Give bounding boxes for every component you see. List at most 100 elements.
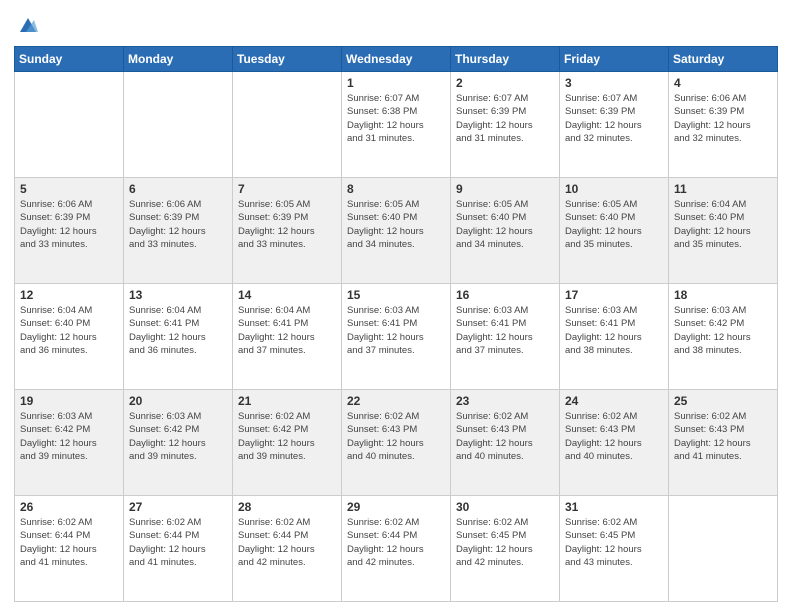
day-number: 18 [674,288,772,302]
logo [14,14,40,38]
day-number: 11 [674,182,772,196]
day-info: Sunrise: 6:06 AM Sunset: 6:39 PM Dayligh… [20,198,118,251]
calendar-day-7: 7 Sunrise: 6:05 AM Sunset: 6:39 PM Daylig… [233,178,342,284]
calendar-week-row: 19 Sunrise: 6:03 AM Sunset: 6:42 PM Dayli… [15,390,778,496]
header [14,10,778,38]
day-number: 23 [456,394,554,408]
calendar-day-3: 3Sunrise: 6:07 AM Sunset: 6:39 PM Daylig… [560,72,669,178]
day-info: Sunrise: 6:05 AM Sunset: 6:39 PM Dayligh… [238,198,336,251]
day-number: 31 [565,500,663,514]
day-number: 25 [674,394,772,408]
calendar-day-27: 27 Sunrise: 6:02 AM Sunset: 6:44 PM Dayli… [124,496,233,602]
calendar-day-22: 22Sunrise: 6:02 AM Sunset: 6:43 PM Dayli… [342,390,451,496]
day-number: 30 [456,500,554,514]
day-number: 1 [347,76,445,90]
day-number: 12 [20,288,118,302]
day-info: Sunrise: 6:03 AM Sunset: 6:42 PM Dayligh… [129,410,227,463]
calendar-empty-cell [15,72,124,178]
day-info: Sunrise: 6:06 AM Sunset: 6:39 PM Dayligh… [674,92,772,145]
calendar-day-24: 24 Sunrise: 6:02 AM Sunset: 6:43 PM Dayli… [560,390,669,496]
calendar-empty-cell [124,72,233,178]
col-header-saturday: Saturday [669,47,778,72]
calendar-day-29: 29 Sunrise: 6:02 AM Sunset: 6:44 PM Dayli… [342,496,451,602]
day-info: Sunrise: 6:02 AM Sunset: 6:44 PM Dayligh… [129,516,227,569]
calendar-day-16: 16 Sunrise: 6:03 AM Sunset: 6:41 PM Dayli… [451,284,560,390]
day-info: Sunrise: 6:02 AM Sunset: 6:44 PM Dayligh… [238,516,336,569]
day-info: Sunrise: 6:03 AM Sunset: 6:42 PM Dayligh… [20,410,118,463]
col-header-thursday: Thursday [451,47,560,72]
calendar-empty-cell [233,72,342,178]
calendar-day-23: 23 Sunrise: 6:02 AM Sunset: 6:43 PM Dayli… [451,390,560,496]
day-number: 21 [238,394,336,408]
day-info: Sunrise: 6:03 AM Sunset: 6:41 PM Dayligh… [347,304,445,357]
day-info: Sunrise: 6:07 AM Sunset: 6:38 PM Dayligh… [347,92,445,145]
calendar-day-10: 10 Sunrise: 6:05 AM Sunset: 6:40 PM Dayli… [560,178,669,284]
col-header-monday: Monday [124,47,233,72]
calendar-day-5: 5 Sunrise: 6:06 AM Sunset: 6:39 PM Daylig… [15,178,124,284]
day-number: 7 [238,182,336,196]
calendar-day-2: 2 Sunrise: 6:07 AM Sunset: 6:39 PM Daylig… [451,72,560,178]
day-info: Sunrise: 6:02 AM Sunset: 6:42 PM Dayligh… [238,410,336,463]
col-header-wednesday: Wednesday [342,47,451,72]
day-number: 3 [565,76,663,90]
day-number: 27 [129,500,227,514]
calendar-day-8: 8 Sunrise: 6:05 AM Sunset: 6:40 PM Daylig… [342,178,451,284]
day-number: 5 [20,182,118,196]
day-info: Sunrise: 6:06 AM Sunset: 6:39 PM Dayligh… [129,198,227,251]
day-info: Sunrise: 6:02 AM Sunset: 6:43 PM Dayligh… [565,410,663,463]
day-info: Sunrise: 6:02 AM Sunset: 6:44 PM Dayligh… [20,516,118,569]
day-number: 17 [565,288,663,302]
day-info: Sunrise: 6:05 AM Sunset: 6:40 PM Dayligh… [456,198,554,251]
day-number: 29 [347,500,445,514]
col-header-friday: Friday [560,47,669,72]
day-info: Sunrise: 6:02 AM Sunset: 6:45 PM Dayligh… [456,516,554,569]
day-number: 19 [20,394,118,408]
calendar-page: SundayMondayTuesdayWednesdayThursdayFrid… [0,0,792,612]
day-number: 26 [20,500,118,514]
day-number: 28 [238,500,336,514]
day-number: 16 [456,288,554,302]
day-info: Sunrise: 6:07 AM Sunset: 6:39 PM Dayligh… [456,92,554,145]
calendar-day-19: 19 Sunrise: 6:03 AM Sunset: 6:42 PM Dayli… [15,390,124,496]
calendar-day-17: 17 Sunrise: 6:03 AM Sunset: 6:41 PM Dayli… [560,284,669,390]
calendar-day-28: 28 Sunrise: 6:02 AM Sunset: 6:44 PM Dayli… [233,496,342,602]
calendar-day-31: 31Sunrise: 6:02 AM Sunset: 6:45 PM Dayli… [560,496,669,602]
day-info: Sunrise: 6:04 AM Sunset: 6:40 PM Dayligh… [674,198,772,251]
day-info: Sunrise: 6:05 AM Sunset: 6:40 PM Dayligh… [347,198,445,251]
col-header-sunday: Sunday [15,47,124,72]
day-number: 10 [565,182,663,196]
calendar-day-18: 18Sunrise: 6:03 AM Sunset: 6:42 PM Dayli… [669,284,778,390]
calendar-header-row: SundayMondayTuesdayWednesdayThursdayFrid… [15,47,778,72]
day-number: 14 [238,288,336,302]
calendar-day-21: 21 Sunrise: 6:02 AM Sunset: 6:42 PM Dayli… [233,390,342,496]
calendar-empty-cell [669,496,778,602]
day-info: Sunrise: 6:02 AM Sunset: 6:44 PM Dayligh… [347,516,445,569]
logo-text [14,14,40,38]
day-number: 4 [674,76,772,90]
day-number: 8 [347,182,445,196]
calendar-week-row: 12 Sunrise: 6:04 AM Sunset: 6:40 PM Dayli… [15,284,778,390]
day-number: 13 [129,288,227,302]
day-info: Sunrise: 6:02 AM Sunset: 6:43 PM Dayligh… [456,410,554,463]
calendar-day-15: 15Sunrise: 6:03 AM Sunset: 6:41 PM Dayli… [342,284,451,390]
calendar-day-26: 26 Sunrise: 6:02 AM Sunset: 6:44 PM Dayli… [15,496,124,602]
calendar-day-25: 25 Sunrise: 6:02 AM Sunset: 6:43 PM Dayli… [669,390,778,496]
day-info: Sunrise: 6:02 AM Sunset: 6:43 PM Dayligh… [674,410,772,463]
calendar-day-1: 1 Sunrise: 6:07 AM Sunset: 6:38 PM Daylig… [342,72,451,178]
day-number: 2 [456,76,554,90]
col-header-tuesday: Tuesday [233,47,342,72]
day-info: Sunrise: 6:03 AM Sunset: 6:41 PM Dayligh… [565,304,663,357]
day-info: Sunrise: 6:04 AM Sunset: 6:40 PM Dayligh… [20,304,118,357]
day-number: 20 [129,394,227,408]
day-info: Sunrise: 6:04 AM Sunset: 6:41 PM Dayligh… [129,304,227,357]
calendar-day-30: 30 Sunrise: 6:02 AM Sunset: 6:45 PM Dayli… [451,496,560,602]
calendar-day-6: 6Sunrise: 6:06 AM Sunset: 6:39 PM Daylig… [124,178,233,284]
calendar-day-13: 13 Sunrise: 6:04 AM Sunset: 6:41 PM Dayli… [124,284,233,390]
calendar-week-row: 26 Sunrise: 6:02 AM Sunset: 6:44 PM Dayli… [15,496,778,602]
calendar-day-9: 9 Sunrise: 6:05 AM Sunset: 6:40 PM Daylig… [451,178,560,284]
day-info: Sunrise: 6:05 AM Sunset: 6:40 PM Dayligh… [565,198,663,251]
day-info: Sunrise: 6:03 AM Sunset: 6:41 PM Dayligh… [456,304,554,357]
day-number: 9 [456,182,554,196]
day-number: 24 [565,394,663,408]
day-info: Sunrise: 6:02 AM Sunset: 6:43 PM Dayligh… [347,410,445,463]
